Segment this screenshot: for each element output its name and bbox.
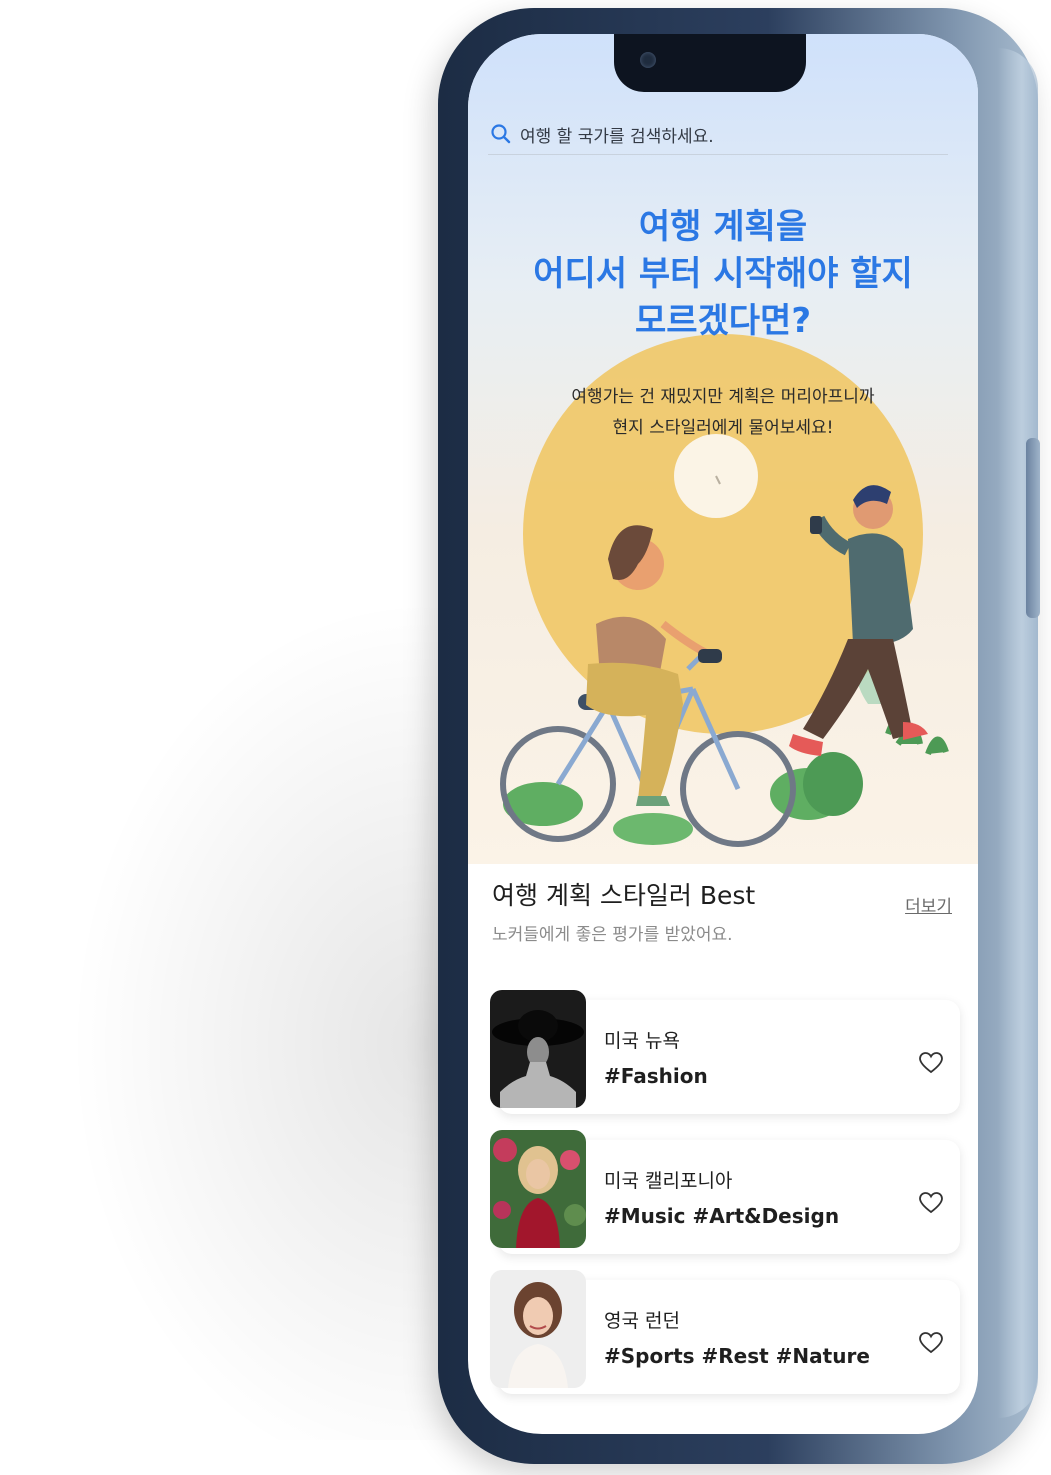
hero-banner: 여행 할 국가를 검색하세요. 여행 계획을 어디서 부터 시작해야 할지 모르…: [468, 34, 978, 864]
styler-list: 미국 뉴욕 #Fashion 미국 캘리포니아 #Music #Art&Desi…: [490, 990, 960, 1410]
styler-photo: [490, 1270, 586, 1388]
hero-headline-line-2: 어디서 부터 시작해야 할지: [533, 254, 913, 294]
app-screen: 여행 할 국가를 검색하세요. 여행 계획을 어디서 부터 시작해야 할지 모르…: [468, 34, 978, 1434]
search-placeholder[interactable]: 여행 할 국가를 검색하세요.: [520, 122, 714, 147]
hero-headline: 여행 계획을 어디서 부터 시작해야 할지 모르겠다면?: [468, 204, 978, 345]
best-stylers-header: 여행 계획 스타일러 Best 노커들에게 좋은 평가를 받았어요. 더보기: [492, 876, 958, 945]
section-subtitle: 노커들에게 좋은 평가를 받았어요.: [492, 925, 733, 945]
heart-icon[interactable]: [918, 1190, 944, 1216]
more-link[interactable]: 더보기: [905, 892, 952, 917]
heart-icon[interactable]: [918, 1330, 944, 1356]
hero-subtext-line-2: 현지 스타일러에게 물어보세요!: [612, 418, 834, 438]
styler-location: 미국 캘리포니아: [604, 1170, 733, 1192]
styler-card[interactable]: 미국 캘리포니아 #Music #Art&Design: [490, 1130, 960, 1254]
styler-tags: #Sports #Rest #Nature: [604, 1344, 870, 1368]
phone-edge: [998, 48, 1038, 1418]
section-title: 여행 계획 스타일러 Best: [492, 881, 756, 910]
styler-tags: #Fashion: [604, 1064, 708, 1088]
hero-subtext: 여행가는 건 재밌지만 계획은 머리아프니까 현지 스타일러에게 물어보세요!: [468, 382, 978, 444]
styler-tags: #Music #Art&Design: [604, 1204, 840, 1228]
styler-photo: [490, 1130, 586, 1248]
side-button: [1026, 438, 1040, 618]
styler-card[interactable]: 미국 뉴욕 #Fashion: [490, 990, 960, 1114]
heart-icon[interactable]: [918, 1050, 944, 1076]
styler-card[interactable]: 영국 런던 #Sports #Rest #Nature: [490, 1270, 960, 1394]
phone-notch: [614, 34, 806, 92]
styler-photo: [490, 990, 586, 1108]
front-camera: [640, 52, 656, 68]
search-bar[interactable]: 여행 할 국가를 검색하세요.: [488, 114, 948, 155]
hero-headline-line-1: 여행 계획을: [638, 207, 808, 247]
search-icon: [491, 124, 511, 144]
styler-location: 미국 뉴욕: [604, 1030, 680, 1052]
hero-subtext-line-1: 여행가는 건 재밌지만 계획은 머리아프니까: [571, 387, 875, 407]
hero-headline-line-3: 모르겠다면?: [634, 301, 812, 341]
styler-location: 영국 런던: [604, 1310, 680, 1332]
